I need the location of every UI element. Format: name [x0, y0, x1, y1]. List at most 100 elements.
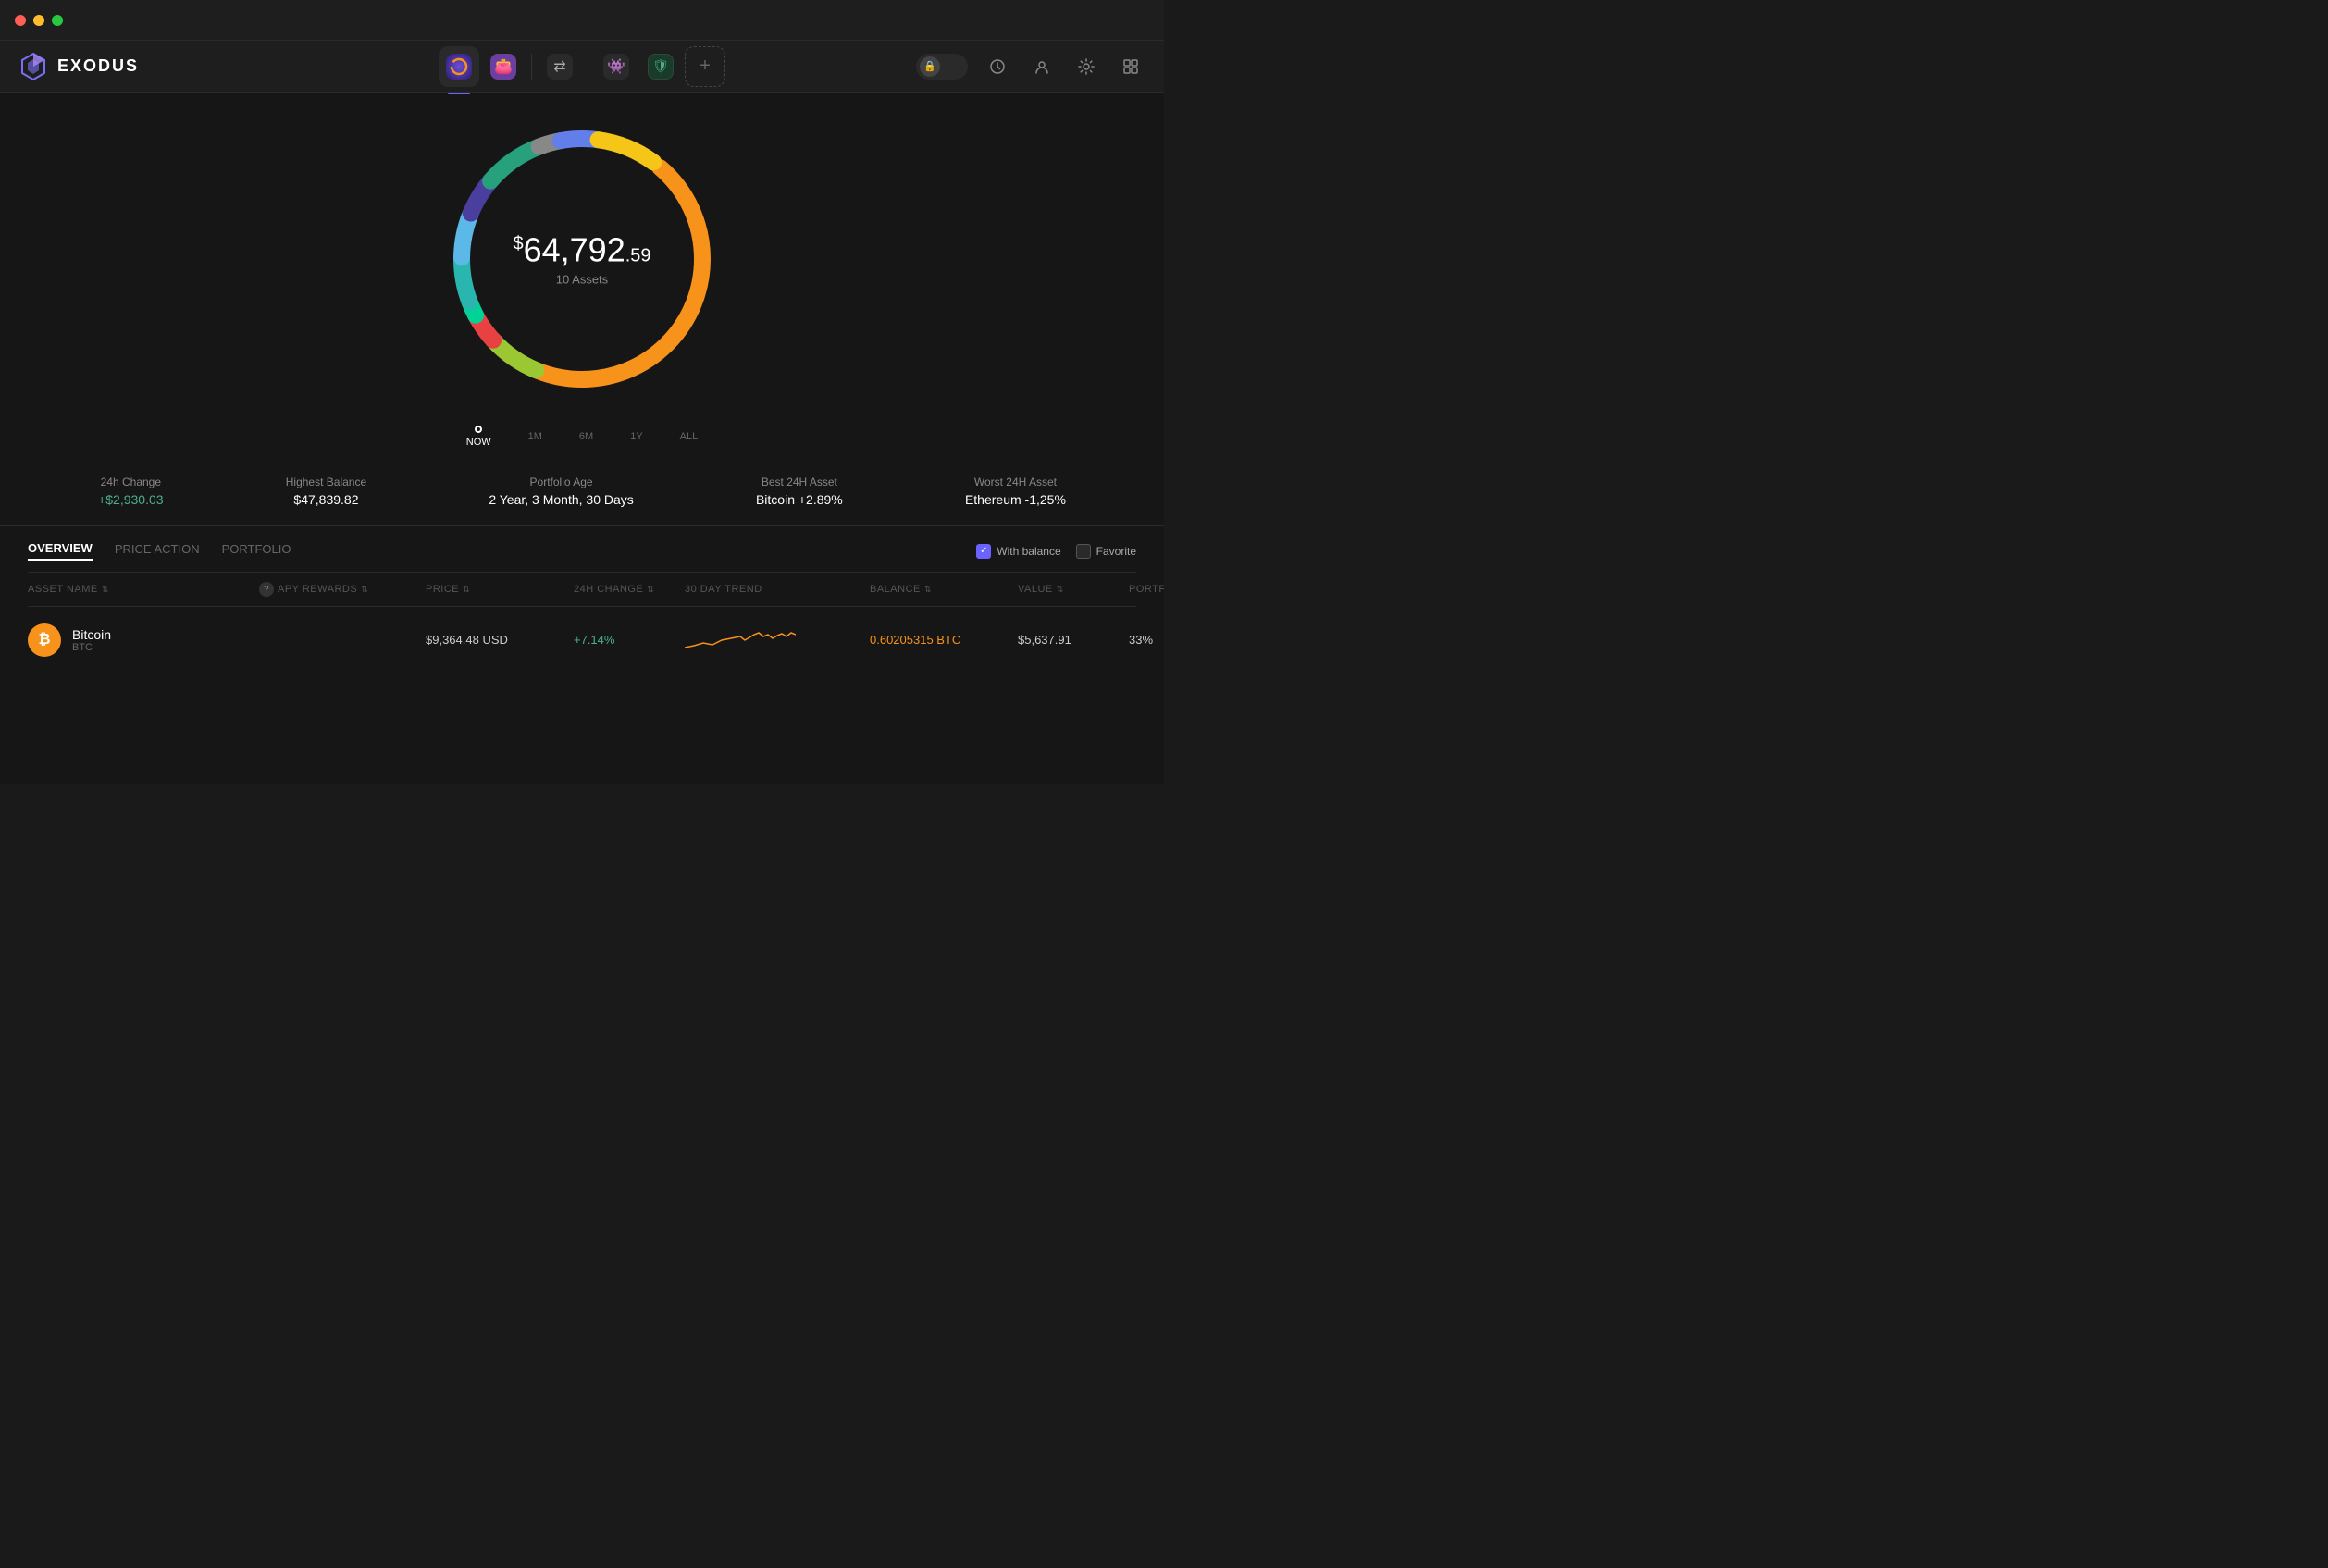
filter-with-balance[interactable]: ✓ With balance — [976, 544, 1060, 559]
table-row[interactable]: ₿ Bitcoin BTC $9,364.48 USD +7.14% 0.602… — [28, 607, 1136, 673]
maximize-button[interactable] — [52, 15, 63, 26]
close-button[interactable] — [15, 15, 26, 26]
portfolio-amount-main: 64,792 — [524, 231, 625, 269]
profile-icon[interactable] — [1027, 52, 1057, 81]
col-24h-sort-icon: ⇅ — [647, 585, 654, 595]
timeline-label-6m: 6M — [579, 431, 593, 442]
web3-icon: 🛡 — [652, 58, 669, 74]
timeline-label-1m: 1M — [528, 431, 542, 442]
stat-highest-label: Highest Balance — [286, 475, 366, 488]
header-right: 🔒 — [916, 52, 1145, 81]
btc-trend — [685, 620, 870, 660]
stat-best-asset: Best 24H Asset Bitcoin +2.89% — [756, 475, 843, 507]
timeline-all[interactable]: ALL — [680, 431, 699, 442]
history-icon[interactable] — [983, 52, 1012, 81]
stat-highest-balance: Highest Balance $47,839.82 — [286, 475, 366, 507]
col-asset-name[interactable]: ASSET NAME ⇅ — [28, 582, 259, 597]
portfolio-total: $64,792.59 — [513, 232, 650, 269]
tab-nft[interactable]: 👾 — [596, 46, 637, 87]
logo-text: EXODUS — [57, 56, 139, 76]
tab-overview[interactable]: OVERVIEW — [28, 541, 93, 561]
favorite-label: Favorite — [1096, 545, 1136, 558]
col-price-label: PRICE — [426, 584, 459, 595]
grid-icon[interactable] — [1116, 52, 1145, 81]
col-asset-name-label: ASSET NAME — [28, 584, 98, 595]
main-content: $64,792.59 10 Assets NOW 1M 6M 1Y ALL — [0, 93, 1164, 784]
add-tab-icon: + — [700, 56, 711, 77]
stat-portfolio-age: Portfolio Age 2 Year, 3 Month, 30 Days — [489, 475, 633, 507]
stat-worst-asset: Worst 24H Asset Ethereum -1,25% — [965, 475, 1066, 507]
stats-row: 24h Change +$2,930.03 Highest Balance $4… — [0, 466, 1164, 526]
lock-icon: 🔒 — [920, 56, 940, 77]
asset-info-btc: ₿ Bitcoin BTC — [28, 623, 259, 657]
btc-portfolio-pct: 33% — [1129, 633, 1164, 647]
tab-portfolio[interactable]: PORTFOLIO — [222, 542, 291, 560]
currency-symbol: $ — [513, 234, 523, 254]
timeline-1m[interactable]: 1M — [528, 431, 542, 442]
portfolio-section: $64,792.59 10 Assets NOW 1M 6M 1Y ALL — [0, 93, 1164, 526]
tab-wallet[interactable]: 👛 — [483, 46, 524, 87]
table-section: OVERVIEW PRICE ACTION PORTFOLIO ✓ With b… — [0, 526, 1164, 673]
portfolio-icon — [450, 57, 468, 76]
tab-add[interactable]: + — [685, 46, 725, 87]
col-value[interactable]: VALUE ⇅ — [1018, 582, 1129, 597]
col-balance[interactable]: BALANCE ⇅ — [870, 582, 1018, 597]
btc-icon: ₿ — [28, 623, 61, 657]
nav-tabs: 👛 ⇄ 👾 🛡 + — [439, 46, 725, 87]
col-apy[interactable]: ? APY REWARDS ⇅ — [259, 582, 426, 597]
timeline-6m[interactable]: 6M — [579, 431, 593, 442]
col-apy-label: APY REWARDS — [278, 584, 357, 595]
stat-age-value: 2 Year, 3 Month, 30 Days — [489, 492, 633, 507]
tab-web3[interactable]: 🛡 — [640, 46, 681, 87]
stat-24h-change: 24h Change +$2,930.03 — [98, 475, 163, 507]
with-balance-checkbox[interactable]: ✓ — [976, 544, 991, 559]
settings-icon[interactable] — [1071, 52, 1101, 81]
col-apy-sort-icon: ⇅ — [361, 585, 368, 595]
header: EXODUS 👛 ⇄ 👾 — [0, 41, 1164, 93]
col-value-sort-icon: ⇅ — [1057, 585, 1064, 595]
donut-center-info: $64,792.59 10 Assets — [513, 232, 650, 287]
tab-portfolio[interactable] — [439, 46, 479, 87]
tab-exchange[interactable]: ⇄ — [539, 46, 580, 87]
stat-worst-value: Ethereum -1,25% — [965, 492, 1066, 507]
stat-best-label: Best 24H Asset — [756, 475, 843, 488]
titlebar — [0, 0, 1164, 41]
favorite-checkbox[interactable] — [1076, 544, 1091, 559]
wallet-icon: 👛 — [494, 57, 513, 76]
col-portfolio[interactable]: PORTFOLIO % ⇅ — [1129, 582, 1164, 597]
tab-price-action[interactable]: PRICE ACTION — [115, 542, 200, 560]
btc-sparkline — [685, 620, 796, 657]
table-filters: ✓ With balance Favorite — [976, 544, 1136, 559]
stat-best-value: Bitcoin +2.89% — [756, 492, 843, 507]
stat-24h-value: +$2,930.03 — [98, 492, 163, 507]
filter-favorite[interactable]: Favorite — [1076, 544, 1136, 559]
col-asset-sort-icon: ⇅ — [102, 585, 109, 595]
timeline: NOW 1M 6M 1Y ALL — [466, 426, 699, 448]
stat-worst-label: Worst 24H Asset — [965, 475, 1066, 488]
col-trend[interactable]: 30 DAY TREND — [685, 582, 870, 597]
timeline-dot-now — [475, 426, 482, 433]
portfolio-donut-chart: $64,792.59 10 Assets — [434, 111, 730, 407]
col-price[interactable]: PRICE ⇅ — [426, 582, 574, 597]
timeline-label-all: ALL — [680, 431, 699, 442]
nft-icon: 👾 — [607, 57, 625, 76]
nav-separator — [531, 54, 532, 80]
portfolio-amount-cents: .59 — [625, 246, 651, 266]
col-trend-label: 30 DAY TREND — [685, 584, 762, 595]
apy-help-icon[interactable]: ? — [259, 582, 274, 597]
col-value-label: VALUE — [1018, 584, 1053, 595]
traffic-lights — [15, 15, 63, 26]
stat-age-label: Portfolio Age — [489, 475, 633, 488]
col-24h-label: 24H CHANGE — [574, 584, 643, 595]
col-portfolio-label: PORTFOLIO % — [1129, 584, 1164, 595]
btc-24h-change: +7.14% — [574, 633, 685, 647]
timeline-now[interactable]: NOW — [466, 426, 491, 448]
lock-toggle[interactable]: 🔒 — [916, 54, 968, 80]
asset-count: 10 Assets — [513, 272, 650, 286]
minimize-button[interactable] — [33, 15, 44, 26]
timeline-1y[interactable]: 1Y — [630, 431, 642, 442]
col-24h[interactable]: 24H CHANGE ⇅ — [574, 582, 685, 597]
col-balance-sort-icon: ⇅ — [924, 585, 932, 595]
stat-24h-label: 24h Change — [98, 475, 163, 488]
btc-name: Bitcoin — [72, 627, 111, 642]
